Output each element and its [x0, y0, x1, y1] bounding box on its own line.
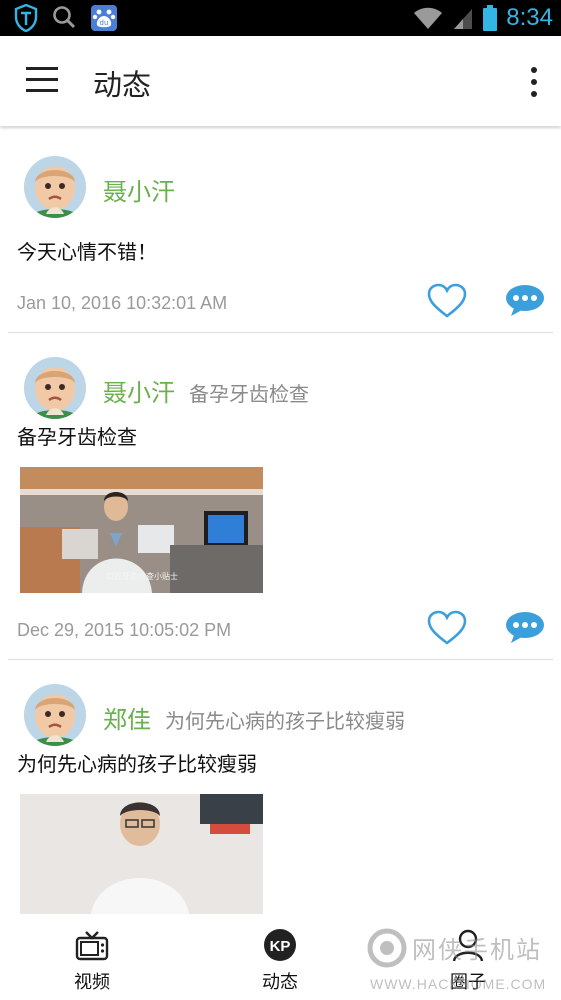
author-name[interactable]: 聂小汗 [103, 373, 175, 408]
svg-text:du: du [100, 19, 109, 27]
signal-icon [454, 9, 473, 29]
avatar[interactable] [24, 357, 86, 419]
watermark-logo [367, 928, 407, 968]
post-item[interactable]: 聂小汗 今天心情不错！ Jan 10, 2016 10:32:01 AM [8, 126, 553, 333]
status-time: 8:34 [506, 4, 553, 31]
nav-label-feed: 动态 [262, 972, 298, 993]
heart-icon[interactable] [427, 610, 467, 646]
post-header: 聂小汗 [8, 126, 553, 238]
watermark-text: 网侠手机站 [412, 936, 542, 964]
post-footer: Dec 29, 2015 10:05:02 PM [8, 593, 553, 659]
wifi-icon [414, 7, 443, 29]
feed-list[interactable]: 聂小汗 今天心情不错！ Jan 10, 2016 10:32:01 AM 聂小汗… [0, 126, 561, 914]
post-item[interactable]: 郑佳 为何先心病的孩子比较瘦弱 为何先心病的孩子比较瘦弱 [8, 660, 553, 914]
kp-icon: KP [264, 929, 296, 961]
page-title: 动态 [93, 68, 152, 102]
comment-icon[interactable] [505, 283, 545, 317]
post-timestamp: Jan 10, 2016 10:32:01 AM [17, 293, 228, 313]
post-topic[interactable]: 备孕牙齿检查 [189, 378, 309, 407]
svg-text:KP: KP [270, 938, 291, 955]
heart-icon[interactable] [427, 283, 467, 319]
author-name[interactable]: 聂小汗 [103, 172, 175, 207]
avatar[interactable] [24, 684, 86, 746]
post-item[interactable]: 聂小汗 备孕牙齿检查 备孕牙齿检查 口腔牙齿检查小贴士 Dec 29, 2015… [8, 333, 553, 660]
nav-label-video: 视频 [74, 972, 110, 993]
battery-icon [483, 5, 498, 31]
post-text: 备孕牙齿检查 [17, 425, 137, 449]
post-image[interactable] [20, 794, 263, 914]
baidu-icon: du [91, 5, 117, 31]
nav-tab-feed[interactable]: KP 动态 [235, 928, 325, 994]
watermark: 网侠手机站 WWW.HACKHOME.COM [366, 926, 556, 996]
more-vertical-icon[interactable] [527, 67, 541, 97]
status-bar: du 8:34 [0, 0, 561, 36]
post-header: 郑佳 为何先心病的孩子比较瘦弱 [8, 660, 553, 752]
post-text: 为何先心病的孩子比较瘦弱 [17, 752, 257, 776]
svg-text:口腔牙齿检查小贴士: 口腔牙齿检查小贴士 [106, 571, 178, 581]
nav-tab-video[interactable]: 视频 [47, 928, 137, 994]
watermark-url: WWW.HACKHOME.COM [370, 976, 547, 992]
tv-icon [75, 931, 109, 961]
avatar[interactable] [24, 156, 86, 218]
post-timestamp: Dec 29, 2015 10:05:02 PM [17, 620, 232, 640]
search-icon [53, 6, 76, 29]
post-image[interactable]: 口腔牙齿检查小贴士 [20, 467, 263, 593]
shield-icon [14, 4, 38, 32]
app-bar: 动态 [0, 36, 561, 126]
comment-icon[interactable] [505, 610, 545, 644]
post-header: 聂小汗 备孕牙齿检查 [8, 333, 553, 425]
post-footer: Jan 10, 2016 10:32:01 AM [8, 266, 553, 332]
author-name[interactable]: 郑佳 [103, 700, 151, 735]
post-text: 今天心情不错！ [17, 240, 157, 264]
post-topic[interactable]: 为何先心病的孩子比较瘦弱 [165, 705, 405, 734]
menu-icon[interactable] [26, 67, 58, 93]
